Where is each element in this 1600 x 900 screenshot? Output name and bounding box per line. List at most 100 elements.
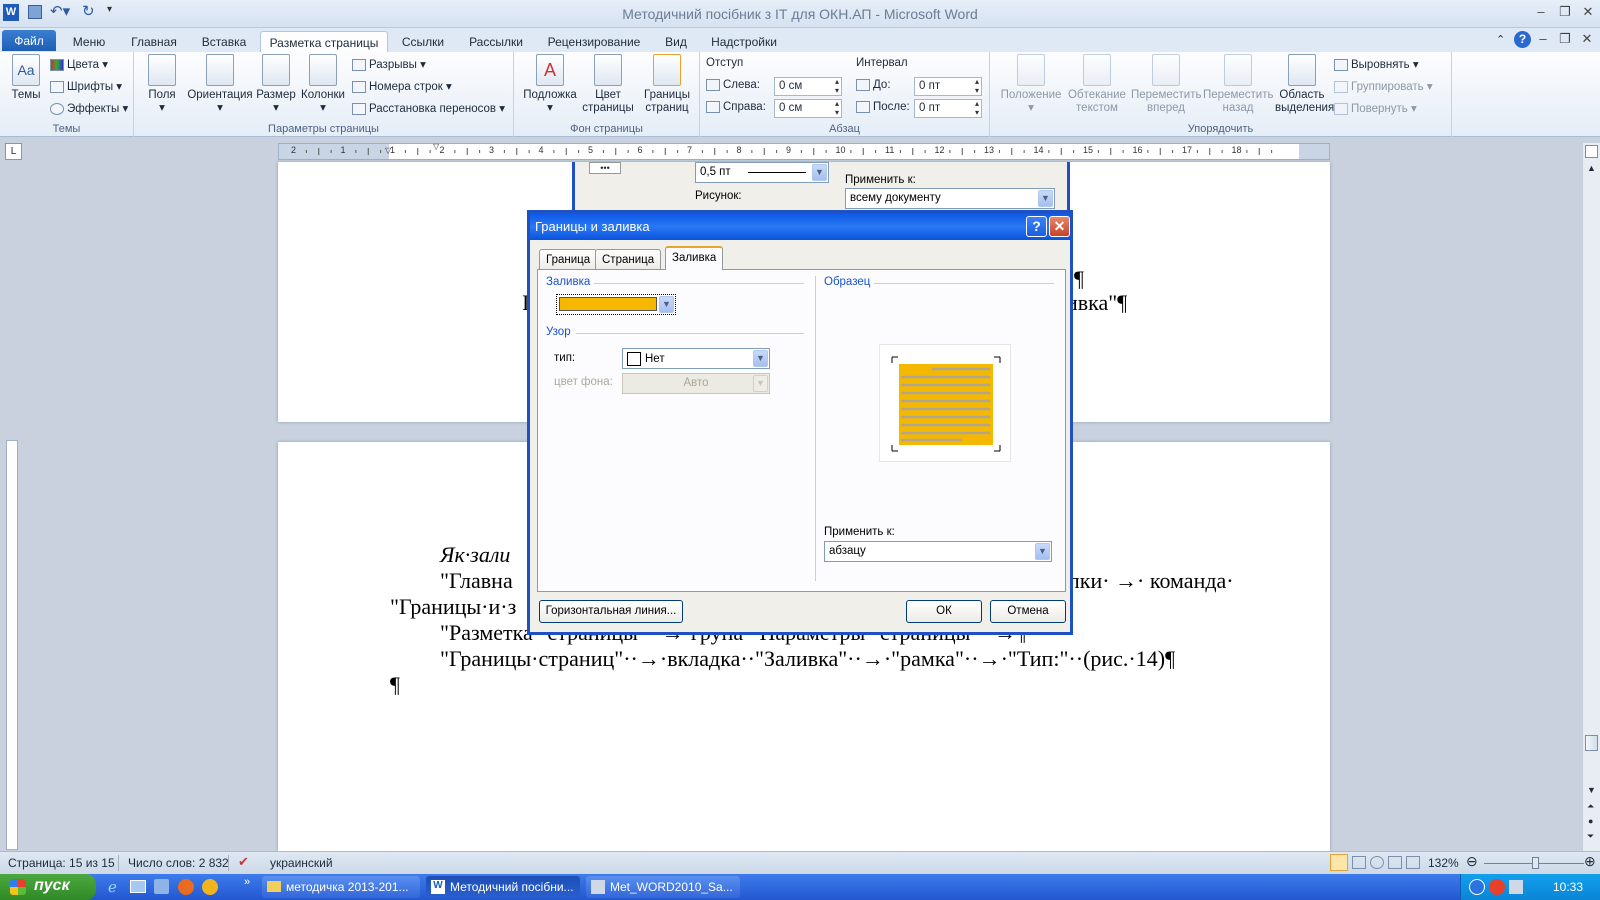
- selection-pane-button[interactable]: Область выделения: [1274, 54, 1334, 115]
- effects-button[interactable]: Эффекты ▾: [50, 101, 128, 115]
- tab-page-border[interactable]: Страница: [595, 249, 662, 270]
- tray-icon-1[interactable]: [1469, 879, 1485, 895]
- doc-minimize-button[interactable]: –: [1532, 31, 1554, 49]
- fonts-button[interactable]: Шрифты ▾: [50, 79, 122, 93]
- tab-addins[interactable]: Надстройки: [706, 31, 782, 52]
- scroll-thumb[interactable]: [1585, 735, 1598, 751]
- breaks-button[interactable]: Разрывы ▾: [352, 57, 426, 71]
- zoom-in-icon[interactable]: ⊕: [1584, 853, 1596, 870]
- firefox-icon[interactable]: [178, 879, 194, 895]
- vertical-scrollbar[interactable]: ▲ ▼ ⏶ ● ⏷: [1582, 143, 1600, 851]
- help-button[interactable]: ?: [1026, 216, 1047, 237]
- minimize-button[interactable]: –: [1530, 4, 1552, 22]
- vertical-ruler[interactable]: [6, 440, 18, 850]
- send-backward-button[interactable]: Переместить назад: [1202, 54, 1274, 115]
- wrap-text-button[interactable]: Обтекание текстом: [1064, 54, 1130, 115]
- view-outline-icon[interactable]: [1388, 856, 1402, 869]
- columns-button[interactable]: Колонки ▾: [298, 54, 348, 115]
- task-word[interactable]: W Методичний посібни...: [426, 876, 580, 898]
- position-button[interactable]: Положение ▾: [998, 54, 1064, 115]
- zoom-slider-thumb[interactable]: [1532, 857, 1539, 869]
- close-button[interactable]: ✕: [1049, 216, 1070, 237]
- pattern-type-select[interactable]: Нет ▼: [622, 348, 770, 369]
- app-icon[interactable]: [202, 879, 218, 895]
- zoom-level[interactable]: 132%: [1428, 856, 1459, 870]
- tab-review[interactable]: Рецензирование: [540, 31, 648, 52]
- task-doc[interactable]: Met_WORD2010_Sa...: [586, 876, 740, 898]
- rotate-button[interactable]: Повернуть ▾: [1334, 101, 1417, 115]
- tab-file[interactable]: Файл: [2, 30, 56, 51]
- watermark-button[interactable]: A Подложка ▾: [520, 54, 580, 115]
- doc-fragment-top2: ивка"¶: [1066, 290, 1128, 315]
- tab-view[interactable]: Вид: [656, 31, 696, 52]
- tab-border[interactable]: Граница: [539, 249, 598, 270]
- indent-marker-icon[interactable]: ▽: [385, 146, 391, 155]
- task-folder[interactable]: методичка 2013-201...: [262, 876, 420, 898]
- tab-insert[interactable]: Вставка: [194, 31, 254, 52]
- help-icon[interactable]: ?: [1514, 31, 1531, 48]
- tray-icon-3[interactable]: [1509, 880, 1523, 894]
- horizontal-line-button[interactable]: Горизонтальная линия...: [539, 600, 683, 623]
- tab-mailings[interactable]: Рассылки: [462, 31, 530, 52]
- tab-shading[interactable]: Заливка: [665, 246, 724, 270]
- tray-icon-2[interactable]: [1489, 879, 1505, 895]
- close-window-button[interactable]: ✕: [1577, 4, 1599, 22]
- doc-restore-button[interactable]: ❐: [1554, 31, 1576, 49]
- desktop-icon[interactable]: [130, 880, 146, 893]
- tab-references[interactable]: Ссылки: [394, 31, 452, 52]
- status-page[interactable]: Страница: 15 из 15: [8, 856, 115, 870]
- hyphenation-button[interactable]: Расстановка переносов ▾: [352, 101, 505, 115]
- align-button[interactable]: Выровнять ▾: [1334, 57, 1419, 71]
- next-page-icon[interactable]: ⏷: [1587, 831, 1594, 842]
- ie-icon[interactable]: ℯ: [108, 878, 117, 896]
- bring-forward-button[interactable]: Переместить вперед: [1130, 54, 1202, 115]
- back-width-select[interactable]: 0,5 пт ▼: [695, 162, 829, 183]
- tab-page-layout[interactable]: Разметка страницы: [260, 31, 388, 52]
- colors-button[interactable]: Цвета ▾: [50, 57, 108, 71]
- ruler-toggle-icon[interactable]: [1585, 145, 1598, 158]
- fill-color-select[interactable]: ▼: [556, 294, 676, 315]
- fonts-icon: [50, 80, 64, 93]
- indent-right-input[interactable]: 0 см: [774, 99, 842, 118]
- view-draft-icon[interactable]: [1406, 856, 1420, 869]
- media-icon[interactable]: [154, 879, 169, 894]
- status-language[interactable]: украинский: [270, 856, 333, 870]
- spellcheck-icon[interactable]: ✔: [238, 854, 249, 870]
- restore-button[interactable]: ❐: [1554, 4, 1576, 22]
- prev-page-icon[interactable]: ⏶: [1587, 801, 1594, 812]
- line-numbers-icon: [352, 80, 366, 93]
- spacing-before-input[interactable]: 0 пт: [914, 77, 982, 96]
- view-print-layout-icon[interactable]: [1330, 854, 1348, 871]
- orientation-button[interactable]: Ориентация ▾: [184, 54, 256, 115]
- collapse-ribbon-icon[interactable]: ⌃: [1496, 33, 1505, 46]
- spacing-after-input[interactable]: 0 пт: [914, 99, 982, 118]
- browse-object-icon[interactable]: ●: [1588, 816, 1593, 826]
- margins-button[interactable]: Поля ▾: [142, 54, 182, 115]
- doc-close-button[interactable]: ✕: [1576, 31, 1598, 49]
- horizontal-ruler[interactable]: 2 1 1 2 3 4 5 6 7 8 9 10 11 12 13 14 15 16 17 18 ▽ ▽: [278, 142, 1330, 160]
- tab-home[interactable]: Главная: [124, 31, 184, 52]
- cancel-button[interactable]: Отмена: [990, 600, 1066, 623]
- indent-marker-hanging-icon[interactable]: ▽: [433, 142, 439, 151]
- indent-left-input[interactable]: 0 см: [774, 77, 842, 96]
- page-borders-button[interactable]: Границы страниц: [638, 54, 696, 115]
- apply-to-select[interactable]: абзацу ▼: [824, 541, 1052, 562]
- themes-button[interactable]: Aa Темы: [6, 54, 46, 102]
- scroll-down-icon[interactable]: ▼: [1587, 785, 1596, 795]
- page-color-button[interactable]: Цвет страницы: [578, 54, 638, 115]
- scroll-up-icon[interactable]: ▲: [1587, 163, 1596, 173]
- view-reading-icon[interactable]: [1352, 856, 1366, 869]
- tab-selector-button[interactable]: L: [5, 143, 22, 160]
- quicklaunch-more-icon[interactable]: »: [244, 876, 250, 888]
- start-button[interactable]: пуск: [0, 874, 96, 900]
- group-button[interactable]: Группировать ▾: [1334, 79, 1433, 93]
- back-apply-select[interactable]: всему документу ▼: [845, 188, 1055, 209]
- ok-button[interactable]: ОК: [906, 600, 982, 623]
- orientation-icon: [206, 54, 234, 86]
- zoom-out-icon[interactable]: ⊖: [1466, 853, 1478, 870]
- view-web-icon[interactable]: [1370, 856, 1384, 869]
- size-button[interactable]: Размер ▾: [254, 54, 298, 115]
- line-numbers-button[interactable]: Номера строк ▾: [352, 79, 452, 93]
- status-words[interactable]: Число слов: 2 832: [128, 856, 229, 870]
- tab-menu[interactable]: Меню: [64, 31, 114, 52]
